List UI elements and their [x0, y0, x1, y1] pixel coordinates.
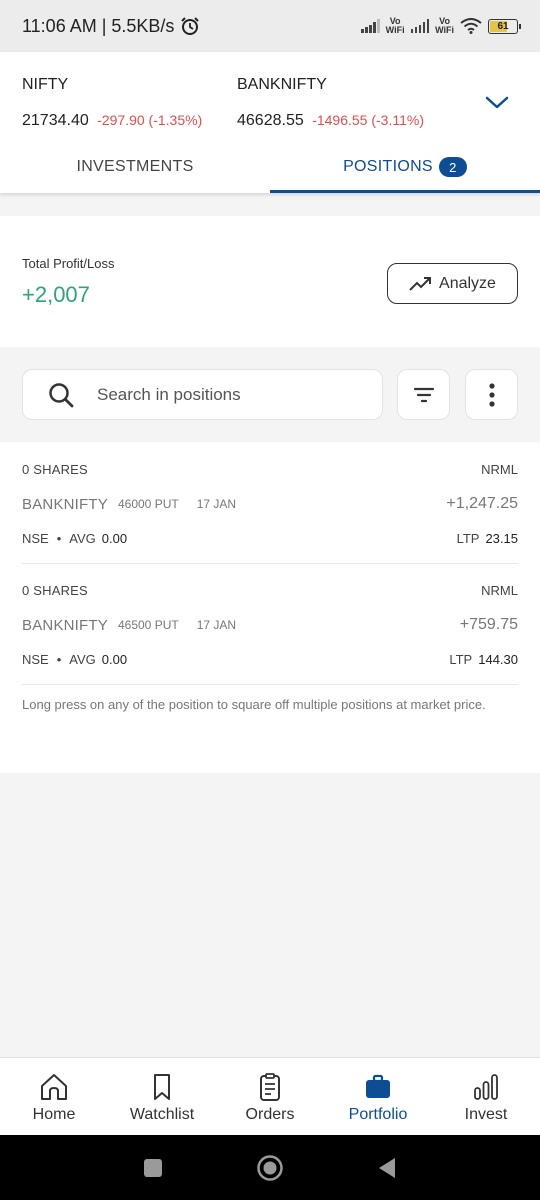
back-button[interactable]	[376, 1156, 398, 1180]
position-exchange: NSE	[22, 530, 49, 546]
position-pnl: +1,247.25	[446, 495, 518, 512]
signal-icon	[361, 19, 380, 33]
bottom-nav: Home Watchlist Orders Portfolio Invest	[0, 1057, 540, 1135]
row-divider	[22, 684, 518, 685]
vowifi-label-1: Vo WiFi	[385, 16, 405, 35]
index-value: 46628.55	[237, 112, 304, 129]
position-strike: 46500 PUT	[117, 618, 179, 632]
home-icon	[41, 1074, 67, 1100]
index-name: NIFTY	[22, 76, 69, 93]
square-off-hint: Long press on any of the position to squ…	[22, 697, 486, 712]
index-banknifty[interactable]: BANKNIFTY 46628.55 -1496.55 (-3.11%)	[237, 76, 424, 130]
market-header: NIFTY 21734.40 -297.90 (-1.35%) BANKNIFT…	[0, 52, 540, 193]
position-ltp: 144.30	[478, 651, 518, 667]
home-button[interactable]	[256, 1154, 284, 1182]
position-shares: 0 SHARES	[22, 582, 88, 598]
position-row[interactable]: 0 SHARES NRML BANKNIFTY 46000 PUT 17 JAN…	[22, 460, 518, 580]
nav-portfolio[interactable]: Portfolio	[324, 1058, 432, 1135]
nav-label: Home	[32, 1106, 76, 1123]
tab-label: POSITIONS	[343, 158, 433, 175]
clipboard-icon	[260, 1073, 280, 1101]
index-nifty[interactable]: NIFTY 21734.40 -297.90 (-1.35%)	[22, 76, 202, 130]
nav-watchlist[interactable]: Watchlist	[108, 1058, 216, 1135]
positions-count-badge: 2	[438, 157, 467, 177]
bookmark-icon	[154, 1074, 170, 1100]
ltp-label: LTP	[449, 651, 473, 667]
alarm-clock-icon	[181, 17, 200, 35]
more-vertical-icon	[488, 382, 495, 407]
analyze-label: Analyze	[439, 274, 496, 292]
position-row[interactable]: 0 SHARES NRML BANKNIFTY 46500 PUT 17 JAN…	[22, 581, 518, 701]
bar-chart-icon	[474, 1074, 498, 1100]
index-value: 21734.40	[22, 112, 89, 129]
position-strike: 46000 PUT	[117, 497, 179, 511]
filter-button[interactable]	[397, 369, 450, 420]
pnl-label: Total Profit/Loss	[22, 256, 115, 271]
status-icons: Vo WiFi Vo WiFi 61	[361, 16, 521, 35]
status-bar: 11:06 AM | 5.5KB/s Vo WiFi Vo WiFi 61	[0, 0, 540, 52]
battery-level: 61	[497, 20, 509, 32]
position-product: NRML	[481, 582, 518, 598]
search-placeholder: Search in positions	[97, 384, 241, 404]
position-shares: 0 SHARES	[22, 461, 88, 477]
battery-icon: 61	[488, 18, 521, 34]
system-nav-bar	[0, 1135, 540, 1200]
ltp-label: LTP	[456, 530, 480, 546]
position-product: NRML	[481, 461, 518, 477]
index-change: -1496.55 (-3.11%)	[312, 112, 424, 128]
index-change: -297.90 (-1.35%)	[97, 112, 203, 128]
nav-label: Portfolio	[348, 1106, 408, 1123]
tab-positions[interactable]: POSITIONS 2	[270, 141, 540, 193]
tab-investments[interactable]: INVESTMENTS	[0, 141, 270, 193]
chevron-down-icon[interactable]	[484, 92, 510, 112]
position-avg: 0.00	[101, 651, 128, 667]
pnl-summary: Total Profit/Loss +2,007 Analyze	[0, 216, 540, 347]
briefcase-icon	[366, 1074, 390, 1098]
position-expiry: 17 JAN	[196, 497, 237, 511]
position-symbol: BANKNIFTY	[22, 616, 108, 634]
analyze-button[interactable]: Analyze	[387, 263, 518, 304]
pnl-value: +2,007	[22, 282, 90, 307]
position-expiry: 17 JAN	[196, 618, 237, 632]
position-avg: 0.00	[101, 530, 128, 546]
recent-apps-button[interactable]	[142, 1157, 164, 1179]
avg-label: AVG	[69, 530, 96, 546]
wifi-icon	[460, 18, 482, 34]
search-row: Search in positions	[0, 347, 540, 442]
nav-label: Invest	[464, 1106, 508, 1123]
separator-dot: •	[56, 651, 62, 667]
row-divider	[22, 563, 518, 564]
signal-icon-2	[410, 19, 430, 33]
tab-label: INVESTMENTS	[76, 158, 194, 175]
search-icon	[49, 382, 74, 407]
index-name: BANKNIFTY	[237, 76, 327, 93]
position-ltp: 23.15	[485, 530, 518, 546]
trending-up-icon	[409, 276, 432, 291]
vowifi-label-2: Vo WiFi	[435, 16, 454, 35]
avg-label: AVG	[69, 651, 96, 667]
search-input[interactable]: Search in positions	[22, 369, 383, 420]
separator-dot: •	[56, 530, 62, 546]
positions-list: 0 SHARES NRML BANKNIFTY 46000 PUT 17 JAN…	[0, 442, 540, 773]
status-time: 11:06 AM | 5.5KB/s	[22, 15, 175, 36]
position-exchange: NSE	[22, 651, 49, 667]
portfolio-tabs: INVESTMENTS POSITIONS 2	[0, 141, 540, 193]
nav-label: Orders	[245, 1106, 295, 1123]
nav-invest[interactable]: Invest	[432, 1058, 540, 1135]
position-pnl: +759.75	[459, 616, 518, 633]
filter-icon	[413, 387, 434, 402]
nav-orders[interactable]: Orders	[216, 1058, 324, 1135]
more-options-button[interactable]	[465, 369, 518, 420]
nav-home[interactable]: Home	[0, 1058, 108, 1135]
position-symbol: BANKNIFTY	[22, 495, 108, 513]
nav-label: Watchlist	[129, 1106, 195, 1123]
